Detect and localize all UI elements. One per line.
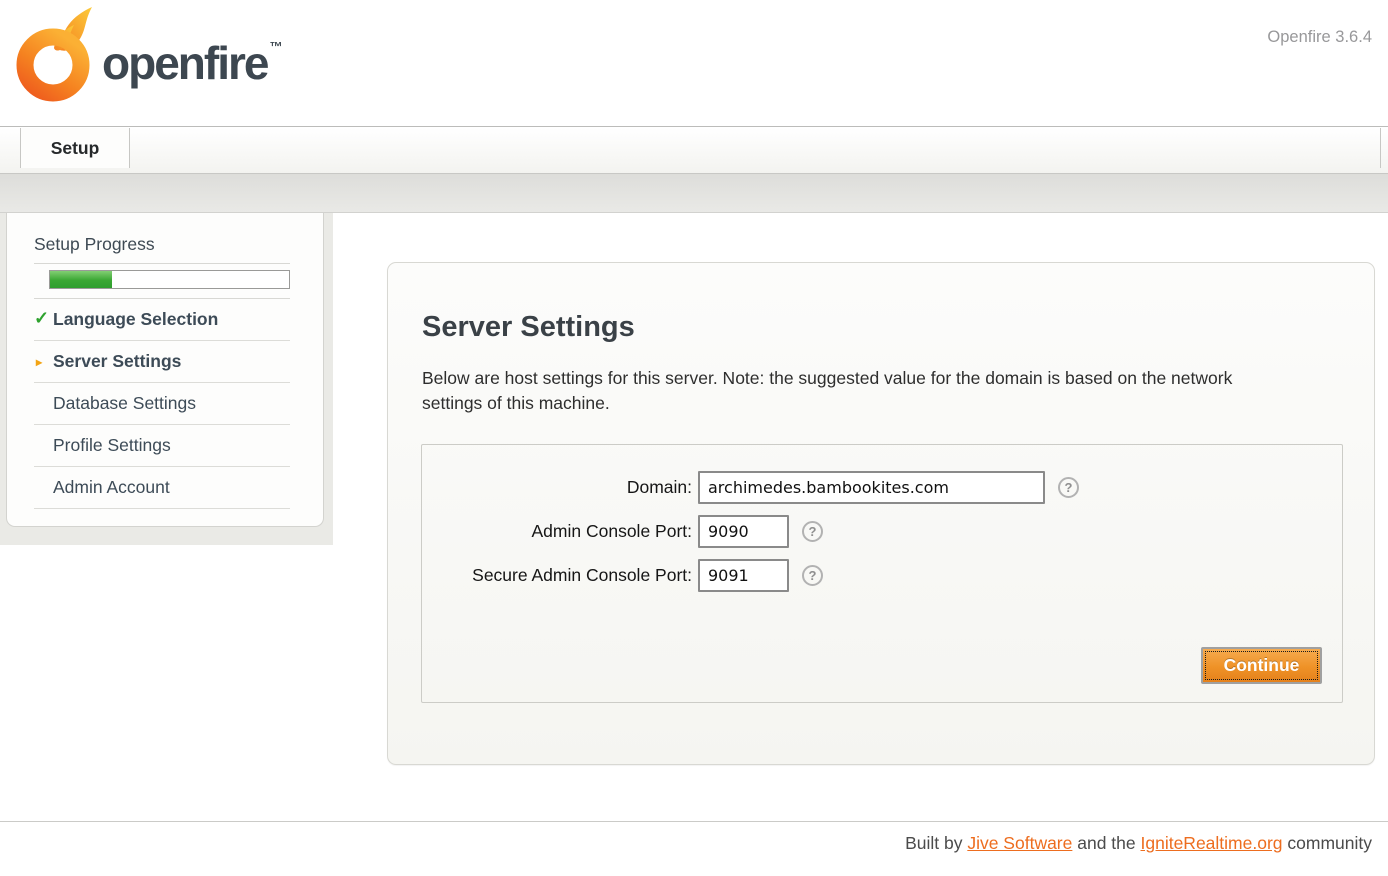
page-footer: Built by Jive Software and the IgniteRea… (0, 821, 1388, 854)
server-settings-form: Domain: ? Admin Console Port: ? Secure A… (421, 444, 1343, 703)
footer-suffix: community (1283, 833, 1372, 853)
progress-fill (50, 271, 112, 288)
app-header: openfire™ Openfire 3.6.4 (0, 0, 1388, 127)
tab-bar-right-divider (1380, 128, 1381, 168)
help-icon[interactable]: ? (802, 521, 823, 542)
secure-admin-console-port-input[interactable] (698, 559, 789, 592)
sidebar-divider (34, 263, 290, 264)
setup-steps-list: ✓ Language Selection ▸ Server Settings D… (34, 299, 290, 509)
openfire-wordmark: openfire™ (102, 36, 282, 90)
sidebar-item-database-settings: Database Settings (34, 383, 290, 425)
sidebar-item-admin-account: Admin Account (34, 467, 290, 509)
progress-bar (49, 270, 290, 289)
igniterealtime-link[interactable]: IgniteRealtime.org (1141, 833, 1283, 853)
admin-console-port-input[interactable] (698, 515, 789, 548)
trademark-symbol: ™ (269, 39, 282, 54)
form-row-domain: Domain: ? (422, 470, 1342, 504)
sidebar-item-server-settings: ▸ Server Settings (34, 341, 290, 383)
jive-software-link[interactable]: Jive Software (967, 833, 1072, 853)
page-title: Server Settings (422, 311, 1374, 344)
form-row-admin-port: Admin Console Port: ? (422, 514, 1342, 548)
sidebar-item-label: Server Settings (53, 351, 181, 371)
continue-button[interactable]: Continue (1201, 647, 1322, 684)
sidebar-item-language-selection: ✓ Language Selection (34, 299, 290, 341)
form-row-secure-port: Secure Admin Console Port: ? (422, 558, 1342, 592)
version-label: Openfire 3.6.4 (1267, 28, 1372, 47)
tab-bar: Setup (0, 128, 1388, 173)
subnav-bar (0, 173, 1388, 213)
main-panel: Server Settings Below are host settings … (387, 262, 1375, 765)
setup-progress-card: Setup Progress ✓ Language Selection ▸ Se… (6, 213, 324, 527)
footer-middle: and the (1072, 833, 1140, 853)
domain-label: Domain: (422, 477, 698, 498)
wordmark-text: openfire (102, 37, 267, 89)
setup-progress-title: Setup Progress (34, 234, 323, 255)
arrow-right-icon: ▸ (36, 355, 42, 369)
help-icon[interactable]: ? (802, 565, 823, 586)
openfire-flame-icon (14, 6, 102, 104)
footer-prefix: Built by (905, 833, 967, 853)
sidebar-item-label: Admin Account (53, 477, 170, 497)
admin-port-label: Admin Console Port: (422, 521, 698, 542)
tab-setup[interactable]: Setup (20, 128, 130, 168)
tab-setup-label: Setup (51, 138, 100, 158)
help-icon[interactable]: ? (1058, 477, 1079, 498)
page-description: Below are host settings for this server.… (422, 366, 1294, 416)
sidebar-item-label: Language Selection (53, 309, 218, 329)
sidebar-item-profile-settings: Profile Settings (34, 425, 290, 467)
check-icon: ✓ (34, 308, 49, 329)
sidebar-item-label: Profile Settings (53, 435, 171, 455)
footer-text: Built by Jive Software and the IgniteRea… (0, 822, 1388, 854)
domain-input[interactable] (698, 471, 1045, 504)
sidebar-item-label: Database Settings (53, 393, 196, 413)
secure-port-label: Secure Admin Console Port: (422, 565, 698, 586)
